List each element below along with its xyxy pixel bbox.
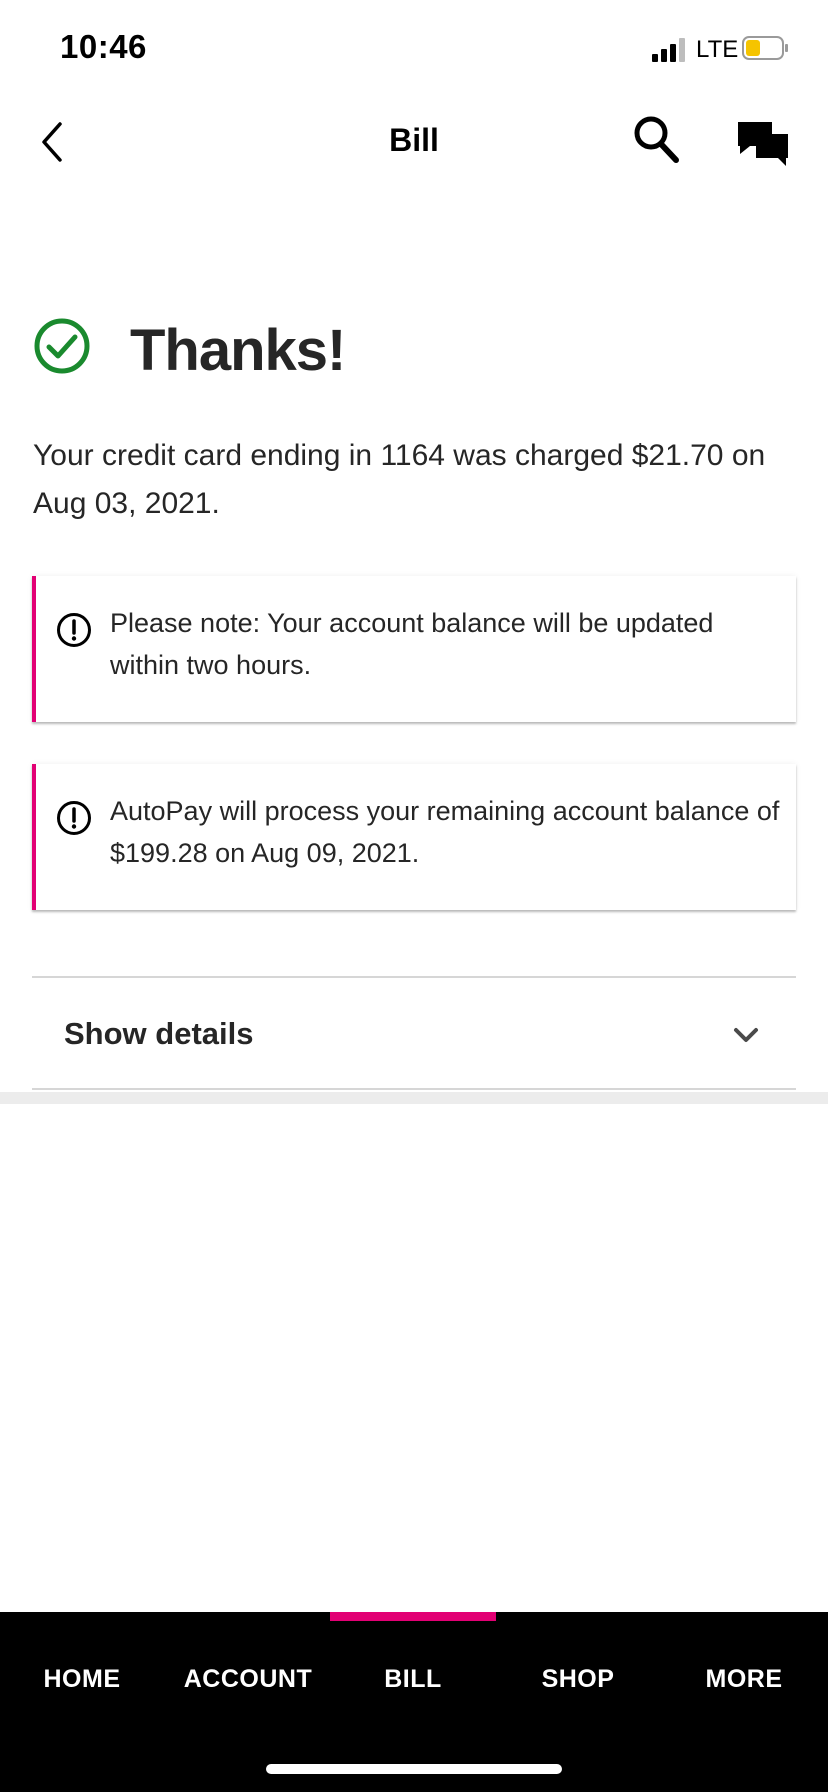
chevron-down-icon bbox=[734, 1028, 758, 1042]
tab-more[interactable]: MORE bbox=[662, 1652, 826, 1706]
check-circle-icon bbox=[34, 318, 90, 374]
notice-text: AutoPay will process your remaining acco… bbox=[110, 796, 780, 868]
signal-icon bbox=[652, 38, 685, 62]
nav-bar: Bill bbox=[0, 100, 828, 180]
active-tab-indicator bbox=[330, 1612, 496, 1621]
status-bar: 10:46 LTE bbox=[0, 0, 828, 100]
battery-icon bbox=[742, 36, 788, 60]
network-label: LTE bbox=[696, 36, 739, 63]
alert-circle-icon bbox=[57, 801, 91, 835]
charge-message: Your credit card ending in 1164 was char… bbox=[33, 439, 766, 520]
tab-bill[interactable]: BILL bbox=[330, 1652, 496, 1706]
balance-update-notice: Please note: Your account balance will b… bbox=[32, 576, 796, 722]
tab-shop[interactable]: SHOP bbox=[496, 1652, 660, 1706]
autopay-notice: AutoPay will process your remaining acco… bbox=[32, 764, 796, 910]
page-title: Bill bbox=[389, 122, 439, 158]
show-details-label: Show details bbox=[64, 1016, 254, 1051]
confirmation-title: Thanks! bbox=[130, 318, 346, 383]
section-divider bbox=[0, 1092, 828, 1104]
chat-icon[interactable] bbox=[736, 120, 792, 168]
notice-text: Please note: Your account balance will b… bbox=[110, 608, 714, 680]
tab-home[interactable]: HOME bbox=[0, 1652, 164, 1706]
search-icon[interactable] bbox=[632, 114, 682, 168]
confirmation-header: Thanks! bbox=[34, 310, 794, 392]
show-details-toggle[interactable]: Show details bbox=[32, 976, 796, 1090]
alert-circle-icon bbox=[57, 613, 91, 647]
status-time: 10:46 bbox=[60, 28, 147, 65]
tab-account[interactable]: ACCOUNT bbox=[166, 1652, 330, 1706]
home-indicator[interactable] bbox=[266, 1764, 562, 1774]
